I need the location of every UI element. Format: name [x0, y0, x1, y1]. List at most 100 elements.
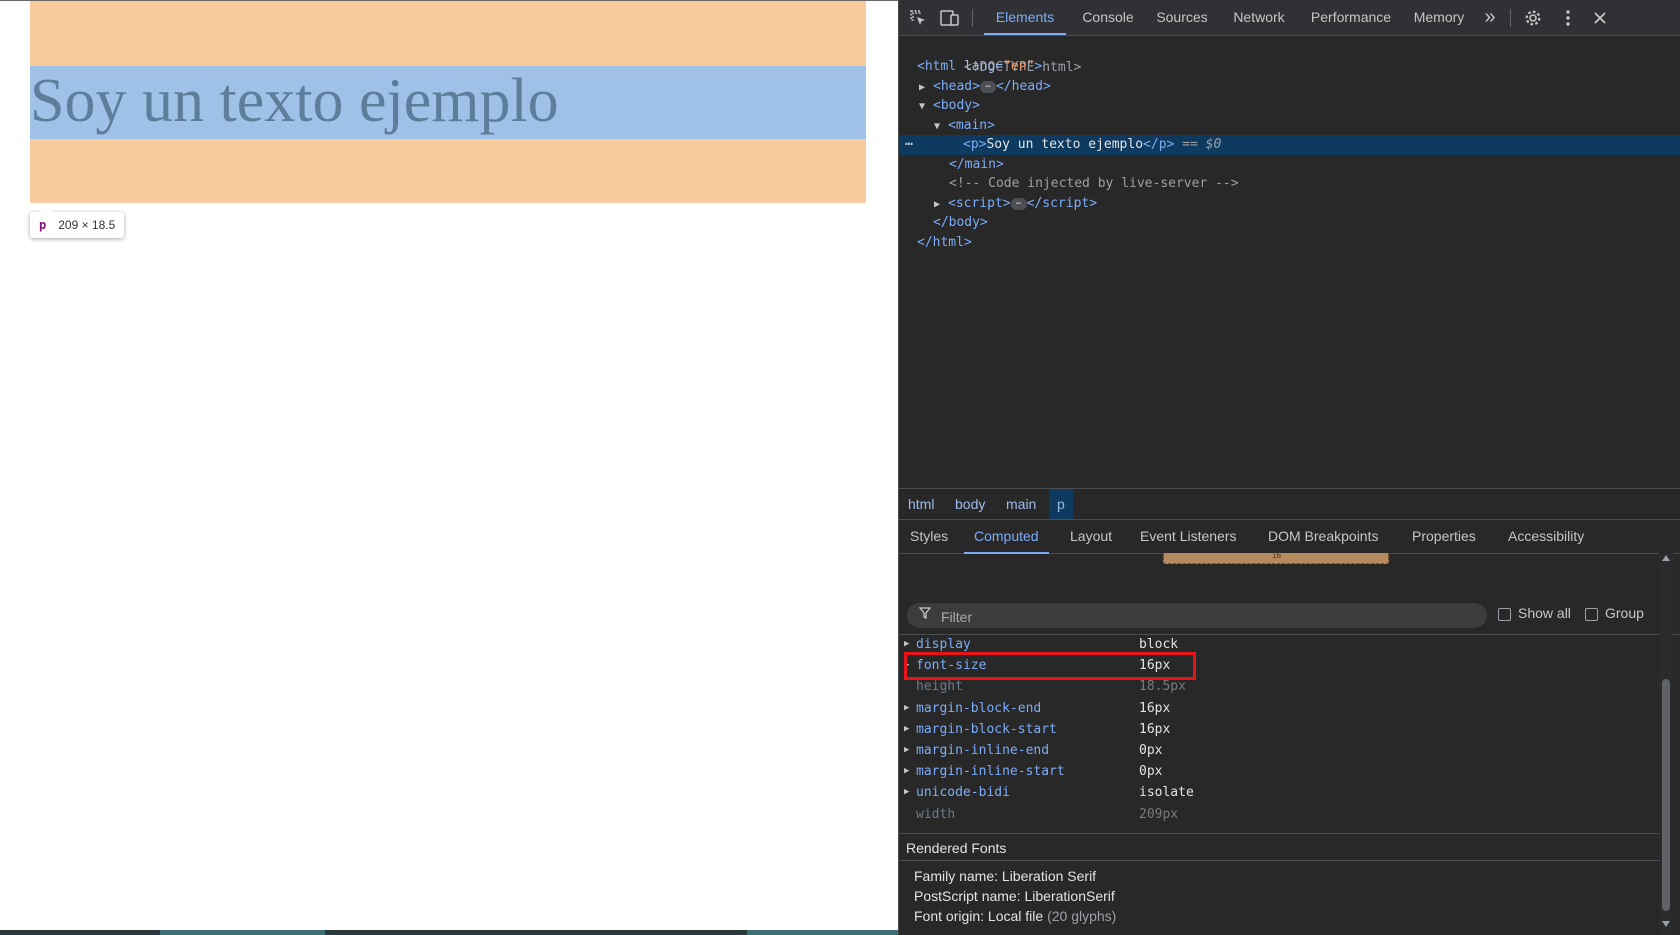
breadcrumb-main[interactable]: main [998, 489, 1044, 519]
more-tabs-icon[interactable]: » [1479, 0, 1501, 35]
dom-node-html[interactable]: <html lang="en"> [899, 57, 1680, 77]
body-tag-name: body [940, 98, 973, 113]
tab-dom-breakpoints[interactable]: DOM Breakpoints [1268, 519, 1378, 553]
main-tag-name: main [955, 118, 988, 133]
device-toolbar-icon[interactable] [939, 7, 961, 29]
dom-node-p-selected[interactable]: ⋯ <p>Soy un texto ejemplo</p> == $0 [899, 135, 1680, 155]
toolbar-separator [972, 9, 973, 27]
expand-arrow-icon[interactable]: ▶ [904, 655, 909, 676]
property-value: 0px [1139, 764, 1163, 780]
expand-arrow-icon[interactable]: ▶ [904, 719, 909, 740]
tooltip-size: 209 × 18.5 [58, 218, 116, 232]
margin-overlay-bottom [30, 139, 866, 203]
breadcrumb: html body main p [899, 488, 1680, 520]
tab-performance[interactable]: Performance [1306, 0, 1396, 35]
live-server-comment: <!-- Code injected by live-server --> [949, 176, 1239, 191]
box-model-margin: 16 [1163, 551, 1389, 564]
expand-arrow-icon[interactable]: ▶ [904, 782, 909, 803]
scrollbar-thumb[interactable] [1662, 679, 1670, 911]
taskbar-item[interactable] [160, 930, 325, 935]
head-tag-name: head [940, 79, 973, 94]
scroll-down-icon[interactable] [1662, 921, 1670, 927]
breadcrumb-body[interactable]: body [947, 489, 993, 519]
expand-arrow-icon[interactable]: ▶ [904, 761, 909, 782]
box-model-value: 16 [1272, 551, 1281, 560]
tab-computed[interactable]: Computed [964, 519, 1049, 554]
computed-scrollbar[interactable] [1659, 553, 1673, 935]
group-checkbox[interactable] [1585, 608, 1598, 621]
breadcrumb-p[interactable]: p [1049, 489, 1073, 519]
expand-arrow-icon[interactable]: ▶ [904, 698, 909, 719]
tab-elements[interactable]: Elements [984, 0, 1066, 35]
computed-property-row[interactable]: ▶ display block [899, 634, 1659, 655]
toolbar-separator [1510, 9, 1511, 27]
rendered-fonts-header[interactable]: Rendered Fonts [899, 833, 1659, 861]
devtools-toolbar: Elements Console Sources Network Perform… [899, 0, 1680, 36]
dom-node-doctype[interactable]: <!DOCTYPE html> [899, 38, 1680, 75]
dom-node-html-close[interactable]: </html> [899, 233, 1680, 253]
property-value: 16px [1139, 700, 1171, 716]
show-all-label: Show all [1518, 605, 1571, 621]
tab-event-listeners[interactable]: Event Listeners [1140, 519, 1237, 553]
computed-property-row[interactable]: ▶ font-size 16px [899, 655, 1659, 676]
computed-property-row[interactable]: width 209px [899, 804, 1659, 825]
scroll-up-icon[interactable] [1662, 555, 1670, 561]
node-actions-icon[interactable]: ⋯ [905, 135, 913, 155]
computed-property-row[interactable]: ▶ margin-inline-end 0px [899, 740, 1659, 761]
html-tag-name: html [924, 59, 957, 74]
p-tag-name: p [970, 137, 979, 152]
p-text: Soy un texto ejemplo [986, 137, 1144, 152]
property-name: margin-inline-start [916, 764, 1065, 780]
lang-attr-value: "en" [1003, 59, 1035, 74]
dom-node-script[interactable]: ▶ <script> ⋯ </script> [899, 194, 1680, 214]
collapse-arrow-icon[interactable]: ▼ [934, 117, 948, 137]
expand-arrow-icon[interactable]: ▶ [904, 634, 909, 655]
collapsed-content-icon[interactable]: ⋯ [979, 80, 996, 93]
tab-memory[interactable]: Memory [1409, 0, 1469, 35]
dom-node-comment[interactable]: <!-- Code injected by live-server --> [899, 174, 1680, 194]
font-family-name: Family name: Liberation Serif [914, 868, 1097, 884]
filter-row: Show all Group [899, 598, 1680, 635]
tab-layout[interactable]: Layout [1070, 519, 1112, 553]
computed-property-row[interactable]: height 18.5px [899, 676, 1659, 697]
expand-arrow-icon[interactable]: ▶ [904, 740, 909, 761]
expand-arrow-icon[interactable]: ▶ [919, 78, 933, 98]
p-close-tag: p [1158, 137, 1167, 152]
show-all-checkbox[interactable] [1498, 608, 1511, 621]
tab-properties[interactable]: Properties [1412, 519, 1476, 553]
breadcrumb-html[interactable]: html [900, 489, 942, 519]
collapsed-content-icon[interactable]: ⋯ [1010, 197, 1027, 210]
dom-node-head[interactable]: ▶ <head> ⋯ </head> [899, 77, 1680, 97]
html-close-tag: html [932, 235, 964, 250]
more-options-icon[interactable] [1557, 7, 1579, 29]
computed-property-row[interactable]: ▶ margin-block-start 16px [899, 719, 1659, 740]
property-name: width [916, 806, 956, 822]
computed-property-row[interactable]: ▶ margin-block-end 16px [899, 698, 1659, 719]
sample-paragraph[interactable]: Soy un texto ejemplo [30, 56, 559, 146]
filter-input[interactable] [939, 606, 1463, 627]
settings-gear-icon[interactable] [1522, 7, 1544, 29]
tab-console[interactable]: Console [1077, 0, 1139, 35]
property-value: 209px [1139, 806, 1179, 822]
taskbar-item[interactable] [747, 930, 898, 935]
collapse-arrow-icon[interactable]: ▼ [919, 97, 933, 117]
dom-node-body[interactable]: ▼ <body> [899, 96, 1680, 116]
sidebar-tabs: Styles Computed Layout Event Listeners D… [899, 519, 1680, 554]
property-name: margin-inline-end [916, 743, 1050, 758]
dom-node-body-close[interactable]: </body> [899, 213, 1680, 233]
dom-node-main[interactable]: ▼ <main> [899, 116, 1680, 136]
close-icon[interactable] [1589, 7, 1611, 29]
computed-property-row[interactable]: ▶ unicode-bidi isolate [899, 782, 1659, 803]
main-close-tag: main [964, 157, 996, 172]
lang-attr-name: lang [963, 59, 996, 74]
computed-property-row[interactable]: ▶ margin-inline-start 0px [899, 761, 1659, 782]
tab-sources[interactable]: Sources [1152, 0, 1212, 35]
inspect-element-icon[interactable] [907, 7, 929, 29]
filter-icon [918, 607, 932, 622]
tab-network[interactable]: Network [1226, 0, 1292, 35]
property-name: display [916, 637, 971, 652]
dom-node-main-close[interactable]: </main> [899, 155, 1680, 175]
expand-arrow-icon[interactable]: ▶ [934, 195, 948, 215]
tab-styles[interactable]: Styles [910, 519, 948, 553]
tab-accessibility[interactable]: Accessibility [1508, 519, 1584, 553]
